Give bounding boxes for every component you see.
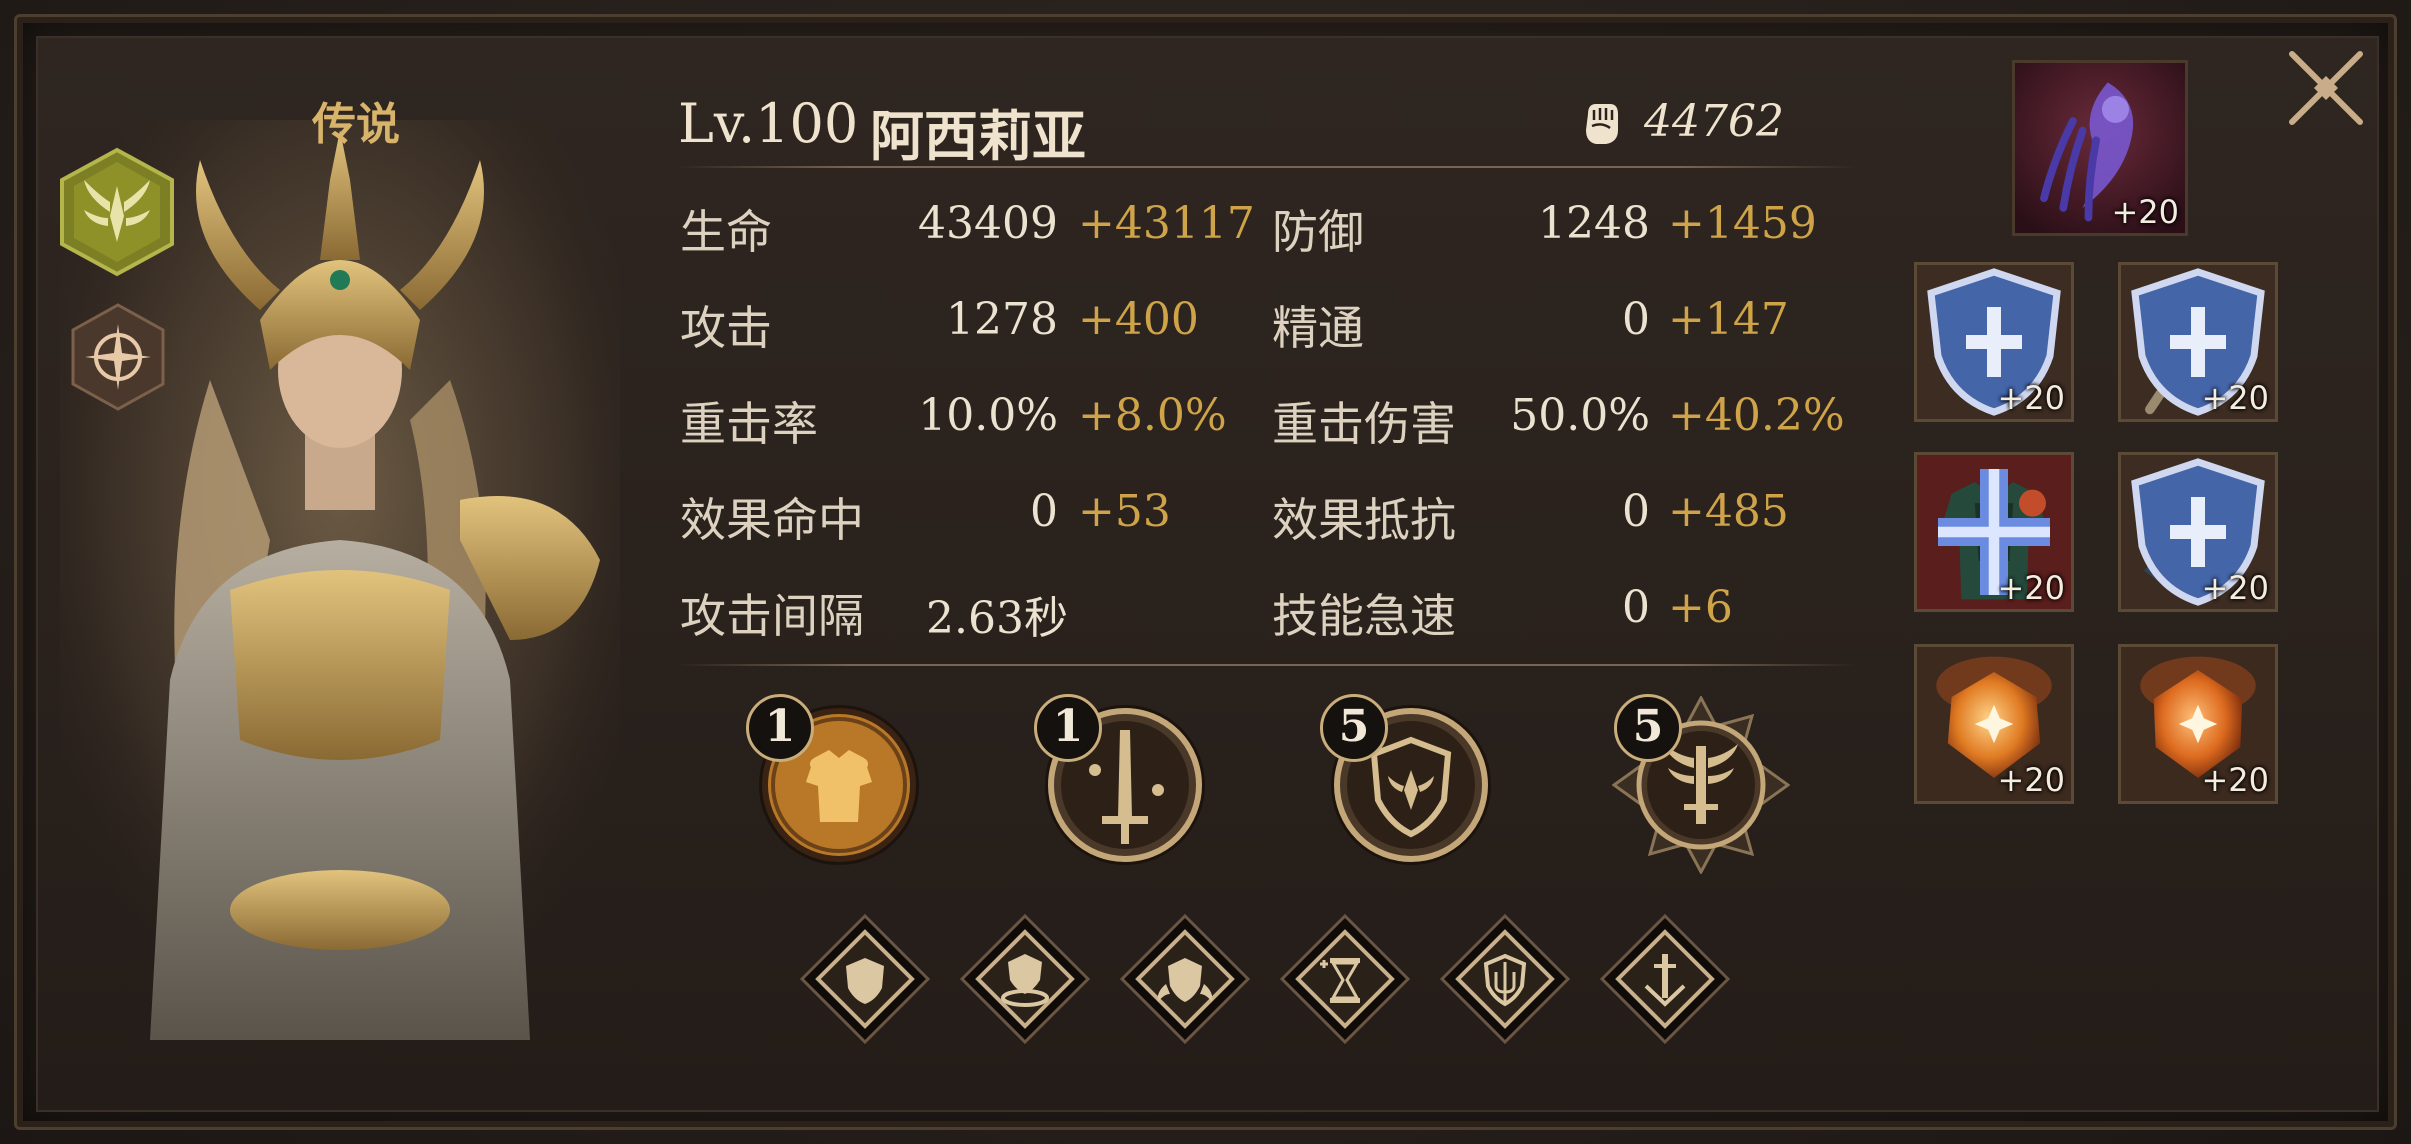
- stat-bonus: +147: [1668, 294, 1789, 345]
- stat-label: 精通: [1272, 301, 1364, 355]
- equipment-slot-gem-2[interactable]: +20: [2118, 644, 2278, 804]
- shield-passive-icon: [799, 913, 931, 1045]
- stat-label: 技能急速: [1272, 589, 1456, 643]
- winged-emblem-icon: [60, 147, 174, 277]
- skill-level-badge: 5: [1614, 694, 1682, 762]
- stat-label: 生命: [680, 205, 772, 259]
- class-emblem-button[interactable]: [58, 146, 176, 278]
- stat-label: 攻击间隔: [680, 589, 864, 643]
- equipment-slot-armor[interactable]: +20: [1914, 452, 2074, 612]
- artifact-slot[interactable]: +20: [2012, 60, 2188, 236]
- combat-power-value: 44762: [1644, 96, 1784, 147]
- stat-bonus: +43117: [1078, 198, 1255, 249]
- stat-bonus: +6: [1668, 582, 1733, 633]
- passive-slot-5[interactable]: [1439, 913, 1571, 1045]
- rarity-label: 传说: [312, 99, 400, 150]
- stats-divider: [676, 664, 1856, 666]
- stat-bonus: +1459: [1668, 198, 1817, 249]
- header-divider: [676, 166, 1856, 168]
- enhance-level: +20: [2201, 379, 2269, 417]
- shield-trident-passive-icon: [1439, 913, 1571, 1045]
- equipment-slot-helmet[interactable]: +20: [1914, 262, 2074, 422]
- stat-value: 1278: [946, 294, 1058, 345]
- stat-value: 0: [1622, 294, 1650, 345]
- hero-name: 阿西莉亚: [870, 104, 1086, 168]
- stat-label: 效果命中: [680, 493, 864, 547]
- stat-value: 1248: [1538, 198, 1650, 249]
- role-emblem-button[interactable]: [70, 302, 166, 412]
- equipment-slot-gloves[interactable]: +20: [2118, 452, 2278, 612]
- stat-value: 2.63秒: [926, 593, 1068, 644]
- shield-wings-passive-icon: [1119, 913, 1251, 1045]
- fist-power-icon: [1586, 104, 1618, 144]
- stat-value: 43409: [918, 198, 1058, 249]
- enhance-level: +20: [1997, 379, 2065, 417]
- enhance-level: +20: [2201, 569, 2269, 607]
- stat-label: 效果抵抗: [1272, 493, 1456, 547]
- hero-info-panel: 传说 Lv.100 阿西莉亚 44762 生命 43409 +43117 攻击 …: [0, 0, 2411, 1144]
- passive-slot-6[interactable]: [1599, 913, 1731, 1045]
- close-icon[interactable]: [2278, 40, 2374, 136]
- stat-value: 0: [1030, 486, 1058, 537]
- equipment-slot-weapon[interactable]: +20: [2118, 262, 2278, 422]
- stat-value: 10.0%: [918, 390, 1058, 441]
- sword-down-passive-icon: [1599, 913, 1731, 1045]
- stat-value: 50.0%: [1510, 390, 1650, 441]
- hero-level: Lv.100: [678, 92, 859, 155]
- stat-value: 0: [1622, 582, 1650, 633]
- stat-value: 0: [1622, 486, 1650, 537]
- stat-label: 防御: [1272, 205, 1364, 259]
- skill-level-badge: 1: [1034, 694, 1102, 762]
- shield-ring-passive-icon: [959, 913, 1091, 1045]
- stat-bonus: +8.0%: [1078, 390, 1227, 441]
- enhance-level: +20: [1997, 569, 2065, 607]
- enhance-level: +20: [2201, 761, 2269, 799]
- stat-label: 攻击: [680, 301, 772, 355]
- stat-bonus: +53: [1078, 486, 1171, 537]
- passive-slot-4[interactable]: [1279, 913, 1411, 1045]
- skill-level-badge: 5: [1320, 694, 1388, 762]
- compass-icon: [71, 303, 165, 411]
- stat-bonus: +485: [1668, 486, 1789, 537]
- enhance-level: +20: [2111, 193, 2179, 231]
- passive-slot-1[interactable]: [799, 913, 931, 1045]
- stat-label: 重击率: [680, 397, 818, 451]
- enhance-level: +20: [1997, 761, 2065, 799]
- stat-label: 重击伤害: [1272, 397, 1456, 451]
- stat-bonus: +400: [1078, 294, 1199, 345]
- skill-level-badge: 1: [746, 694, 814, 762]
- hourglass-passive-icon: [1279, 913, 1411, 1045]
- stat-bonus: +40.2%: [1668, 390, 1845, 441]
- equipment-slot-gem-1[interactable]: +20: [1914, 644, 2074, 804]
- passive-slot-3[interactable]: [1119, 913, 1251, 1045]
- passive-slot-2[interactable]: [959, 913, 1091, 1045]
